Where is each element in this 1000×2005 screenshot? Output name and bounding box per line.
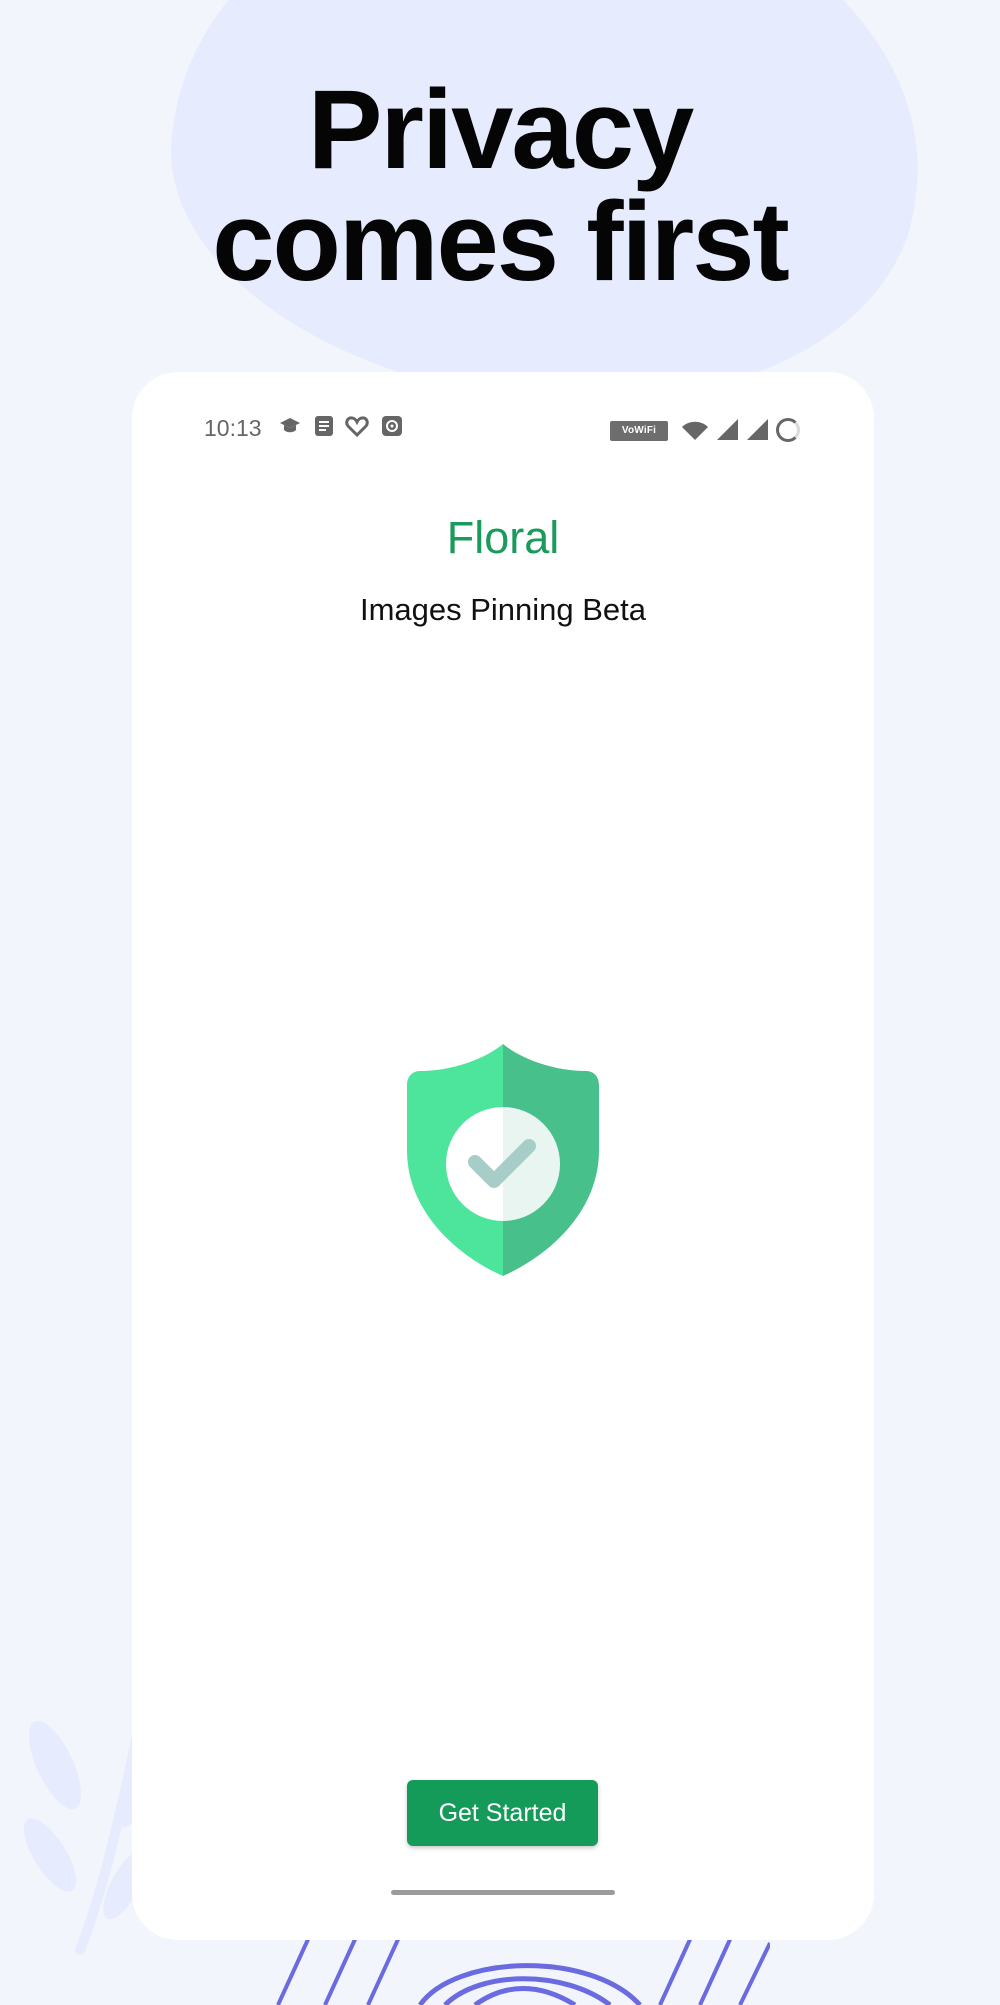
headline: Privacy comes first	[0, 74, 1000, 298]
vowifi-badge: VoWiFi	[610, 421, 668, 441]
loading-ring-icon	[776, 418, 800, 442]
app-icon	[380, 414, 404, 438]
signal-icon	[716, 418, 739, 441]
phone-screen-card: 10:13 VoWiFi Floral Images Pinning Beta	[132, 372, 874, 1940]
headline-line-comes-first: comes first	[212, 179, 790, 304]
status-time: 10:13	[204, 415, 262, 441]
app-subtitle: Images Pinning Beta	[359, 592, 647, 627]
headline-line-privacy: Privacy	[307, 67, 695, 192]
signal-icon	[746, 418, 769, 441]
app-name: Floral	[446, 512, 560, 563]
swirl-decoration-icon	[276, 1935, 770, 2005]
graduation-cap-icon	[278, 414, 302, 438]
wifi-icon	[680, 418, 710, 442]
status-bar: 10:13 VoWiFi	[132, 408, 874, 444]
get-started-button[interactable]: Get Started	[407, 1780, 598, 1846]
home-indicator[interactable]	[391, 1890, 615, 1895]
shield-check-icon	[407, 1044, 599, 1276]
cropped-top-text	[270, 0, 720, 4]
heart-icon	[345, 414, 369, 438]
document-icon	[312, 414, 336, 438]
